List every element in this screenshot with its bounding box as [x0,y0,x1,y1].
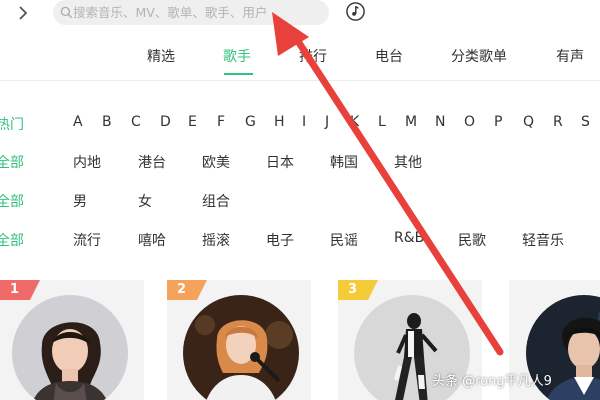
filter-letter[interactable]: B [102,114,112,130]
singer-card[interactable]: 1 [0,280,144,400]
filter-letter[interactable]: G [245,114,256,130]
filter-genre-option[interactable]: 电子 [266,230,294,250]
filter-letter[interactable]: P [494,114,502,130]
filter-region-option[interactable]: 港台 [138,152,166,172]
filter-letter[interactable]: O [464,114,475,130]
search-bar[interactable] [53,0,329,25]
filter-genre-option[interactable]: 摇滚 [202,230,230,250]
filter-region-option[interactable]: 韩国 [330,152,358,172]
filter-letter[interactable]: M [405,114,417,130]
singer-avatar[interactable] [183,295,299,400]
filter-letter[interactable]: J [325,114,329,130]
filter-letter[interactable]: Q [523,114,534,130]
rank-badge [167,280,207,300]
filter-genre-option[interactable]: 民谣 [330,230,358,250]
rank-number: 2 [177,282,187,297]
filter-genre-option[interactable]: 嘻哈 [138,230,166,250]
tab-playlists[interactable]: 分类歌单 [451,46,507,66]
filter-region-option[interactable]: 欧美 [202,152,230,172]
forward-button[interactable] [14,2,32,24]
rank-badge [338,280,378,300]
watermark: 头条 @rong平凡人9 [432,374,552,389]
filter-letter[interactable]: H [274,114,285,130]
rank-number: 1 [10,282,20,297]
search-icon [60,6,73,19]
filter-letter[interactable]: I [302,114,306,130]
filter-letter[interactable]: A [73,114,83,130]
filter-genre-option[interactable]: 轻音乐 [522,230,564,250]
active-tab-indicator [224,73,253,75]
filter-region-row: 全部 内地 港台 欧美 日本 韩国 其他 [0,152,600,176]
filter-letter[interactable]: D [160,114,171,130]
filter-head-all[interactable]: 全部 [0,230,24,250]
tab-radio[interactable]: 电台 [375,46,403,66]
filter-letter[interactable]: R [553,114,563,130]
rank-badge [0,280,40,300]
filter-letter[interactable]: F [217,114,225,130]
filter-region-option[interactable]: 日本 [266,152,294,172]
filter-gender-option[interactable]: 女 [138,191,152,211]
filter-head-all[interactable]: 全部 [0,152,24,172]
tab-charts[interactable]: 排行 [299,46,327,66]
filter-gender-option[interactable]: 男 [73,191,87,211]
filter-letter[interactable]: E [188,114,197,130]
singer-avatar[interactable] [12,295,128,400]
filter-head-all[interactable]: 全部 [0,191,24,211]
filter-region-option[interactable]: 内地 [73,152,101,172]
filter-region-option[interactable]: 其他 [394,152,422,172]
main-tabs: 精选 歌手 排行 电台 分类歌单 有声 [0,40,600,80]
tab-featured[interactable]: 精选 [147,46,175,66]
filter-letter[interactable]: L [378,114,386,130]
filter-letter[interactable]: C [131,114,141,130]
tab-singers[interactable]: 歌手 [223,46,251,66]
filter-head-hot[interactable]: 热门 [0,114,24,134]
search-input[interactable] [73,1,318,24]
top-bar [0,0,600,30]
rank-number: 3 [348,282,358,297]
filter-gender-row: 全部 男 女 组合 [0,191,600,215]
tab-audio[interactable]: 有声 [556,46,584,66]
filter-genre-option[interactable]: R&B [394,230,424,246]
divider [0,80,600,81]
chevron-right-icon [19,6,28,20]
filter-genre-option[interactable]: 流行 [73,230,101,250]
filter-genre-row: 全部 流行 嘻哈 摇滚 电子 民谣 R&B 民歌 轻音乐 [0,230,600,254]
filter-letter[interactable]: N [435,114,445,130]
music-note-icon[interactable] [345,1,366,22]
filter-initial-row: 热门 A B C D E F G H I J K L M N O P Q R S [0,114,600,138]
filter-letter[interactable]: S [581,114,590,130]
filter-gender-option[interactable]: 组合 [202,191,230,211]
singer-card[interactable]: 2 [167,280,311,400]
filter-letter[interactable]: K [350,114,359,130]
filter-genre-option[interactable]: 民歌 [458,230,486,250]
